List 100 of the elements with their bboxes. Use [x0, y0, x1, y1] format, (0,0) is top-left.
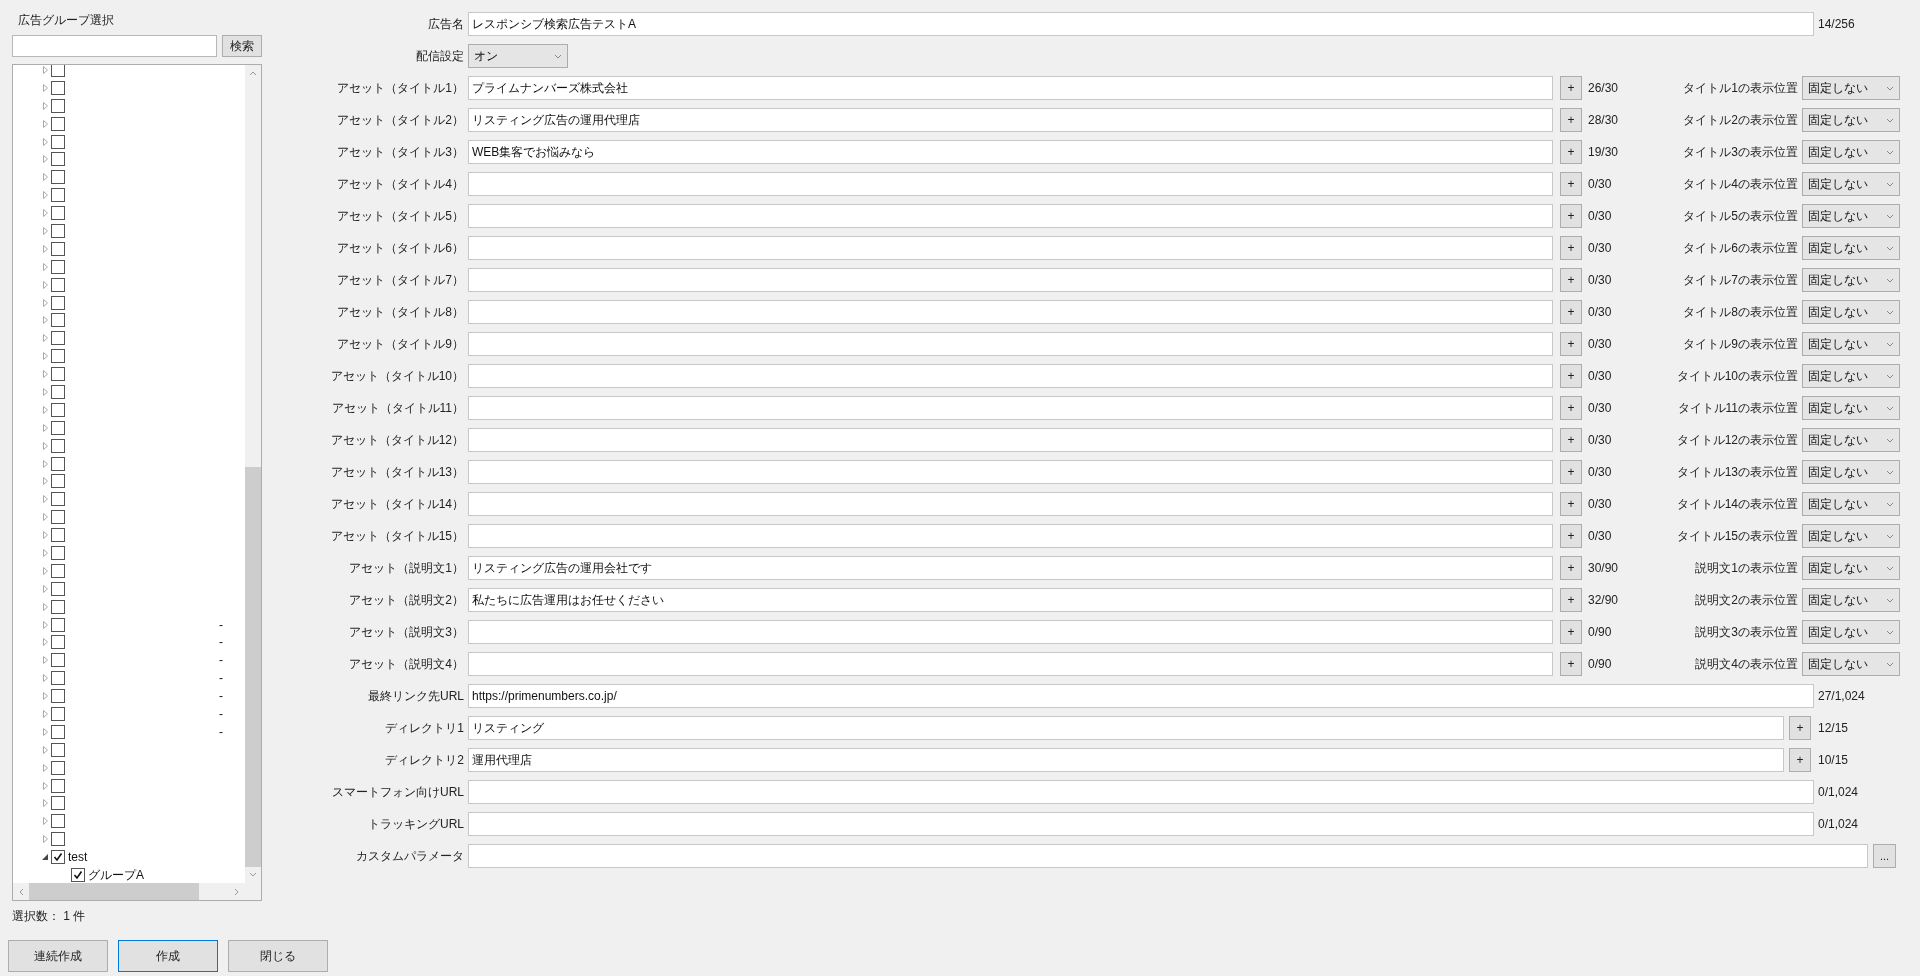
text-field[interactable] — [468, 204, 1553, 228]
expanded-triangle-icon[interactable] — [42, 854, 48, 861]
dropdown[interactable]: 固定しない — [1802, 172, 1900, 196]
dropdown[interactable]: オン — [468, 44, 568, 68]
dropdown[interactable]: 固定しない — [1802, 588, 1900, 612]
dropdown[interactable]: 固定しない — [1802, 204, 1900, 228]
collapsed-triangle-icon[interactable] — [42, 584, 48, 593]
dropdown[interactable]: 固定しない — [1802, 268, 1900, 292]
checkbox[interactable] — [51, 152, 65, 167]
add-button[interactable]: + — [1560, 268, 1582, 292]
text-field[interactable]: https://primenumbers.co.jp/ — [468, 684, 1814, 708]
add-button[interactable]: + — [1560, 460, 1582, 484]
text-field[interactable] — [468, 780, 1814, 804]
dropdown[interactable]: 固定しない — [1802, 652, 1900, 676]
collapsed-triangle-icon[interactable] — [42, 727, 48, 736]
add-button[interactable]: + — [1560, 396, 1582, 420]
checkbox[interactable] — [51, 778, 65, 793]
text-field[interactable] — [468, 332, 1553, 356]
text-field[interactable] — [468, 652, 1553, 676]
dialog-button[interactable]: 作成 — [118, 940, 218, 972]
checkbox[interactable] — [51, 206, 65, 221]
add-button[interactable]: + — [1560, 108, 1582, 132]
text-field[interactable]: リスティング広告の運用代理店 — [468, 108, 1553, 132]
collapsed-triangle-icon[interactable] — [42, 817, 48, 826]
dropdown[interactable]: 固定しない — [1802, 620, 1900, 644]
checkbox[interactable] — [51, 313, 65, 328]
add-button[interactable]: + — [1560, 556, 1582, 580]
text-field[interactable] — [468, 236, 1553, 260]
checkbox[interactable] — [51, 689, 65, 704]
collapsed-triangle-icon[interactable] — [42, 262, 48, 271]
checkbox[interactable] — [51, 599, 65, 614]
checkbox[interactable] — [51, 456, 65, 471]
search-field[interactable] — [12, 35, 217, 57]
collapsed-triangle-icon[interactable] — [42, 119, 48, 128]
text-field[interactable]: 運用代理店 — [468, 748, 1784, 772]
checkbox[interactable] — [51, 474, 65, 489]
text-field[interactable] — [468, 428, 1553, 452]
text-field[interactable] — [468, 268, 1553, 292]
dropdown[interactable]: 固定しない — [1802, 76, 1900, 100]
text-field[interactable] — [468, 844, 1868, 868]
checkbox[interactable] — [51, 438, 65, 453]
add-button[interactable]: + — [1560, 332, 1582, 356]
checkbox[interactable] — [51, 80, 65, 95]
checkbox[interactable] — [51, 259, 65, 274]
collapsed-triangle-icon[interactable] — [42, 638, 48, 647]
collapsed-triangle-icon[interactable] — [42, 495, 48, 504]
checkbox[interactable] — [51, 510, 65, 525]
text-field[interactable] — [468, 524, 1553, 548]
checkbox[interactable] — [51, 546, 65, 560]
dialog-button[interactable]: 連続作成 — [8, 940, 108, 972]
add-button[interactable]: + — [1560, 428, 1582, 452]
checkbox[interactable] — [51, 492, 65, 507]
collapsed-triangle-icon[interactable] — [42, 620, 48, 629]
add-button[interactable]: + — [1560, 524, 1582, 548]
checkbox[interactable] — [51, 295, 65, 310]
collapsed-triangle-icon[interactable] — [42, 566, 48, 575]
checkbox[interactable] — [51, 617, 65, 632]
text-field[interactable] — [468, 460, 1553, 484]
dropdown[interactable]: 固定しない — [1802, 492, 1900, 516]
add-button[interactable]: + — [1560, 620, 1582, 644]
checkbox[interactable] — [51, 850, 65, 865]
dropdown[interactable]: 固定しない — [1802, 300, 1900, 324]
collapsed-triangle-icon[interactable] — [42, 387, 48, 396]
collapsed-triangle-icon[interactable] — [42, 459, 48, 468]
text-field[interactable]: 私たちに広告運用はお任せください — [468, 588, 1553, 612]
text-field[interactable]: リスティング — [468, 716, 1784, 740]
checkbox[interactable] — [51, 707, 65, 721]
collapsed-triangle-icon[interactable] — [42, 316, 48, 325]
checkbox[interactable] — [51, 65, 65, 77]
checkbox[interactable] — [51, 241, 65, 256]
checkbox[interactable] — [51, 635, 65, 650]
checkbox[interactable] — [51, 384, 65, 399]
checkbox[interactable] — [51, 98, 65, 113]
add-button[interactable]: + — [1560, 204, 1582, 228]
checkbox[interactable] — [51, 420, 65, 435]
checkbox[interactable] — [51, 796, 65, 811]
checkbox[interactable] — [51, 116, 65, 131]
collapsed-triangle-icon[interactable] — [42, 191, 48, 200]
collapsed-triangle-icon[interactable] — [42, 763, 48, 772]
add-button[interactable]: + — [1560, 492, 1582, 516]
collapsed-triangle-icon[interactable] — [42, 370, 48, 379]
collapsed-triangle-icon[interactable] — [42, 298, 48, 307]
collapsed-triangle-icon[interactable] — [42, 226, 48, 235]
collapsed-triangle-icon[interactable] — [42, 835, 48, 844]
text-field[interactable]: レスポンシブ検索広告テストA — [468, 12, 1814, 36]
checkbox[interactable] — [51, 671, 65, 686]
checkbox[interactable] — [51, 331, 65, 346]
collapsed-triangle-icon[interactable] — [42, 334, 48, 343]
add-button[interactable]: + — [1560, 364, 1582, 388]
checkbox[interactable] — [51, 528, 65, 543]
collapsed-triangle-icon[interactable] — [42, 173, 48, 182]
add-button[interactable]: + — [1789, 748, 1811, 772]
checkbox[interactable] — [51, 277, 65, 292]
scrollbar-thumb[interactable] — [29, 883, 199, 900]
dropdown[interactable]: 固定しない — [1802, 396, 1900, 420]
text-field[interactable]: WEB集客でお悩みなら — [468, 140, 1553, 164]
dropdown[interactable]: 固定しない — [1802, 556, 1900, 580]
collapsed-triangle-icon[interactable] — [42, 441, 48, 450]
checkbox[interactable] — [51, 724, 65, 739]
scrollbar-thumb[interactable] — [245, 467, 261, 867]
